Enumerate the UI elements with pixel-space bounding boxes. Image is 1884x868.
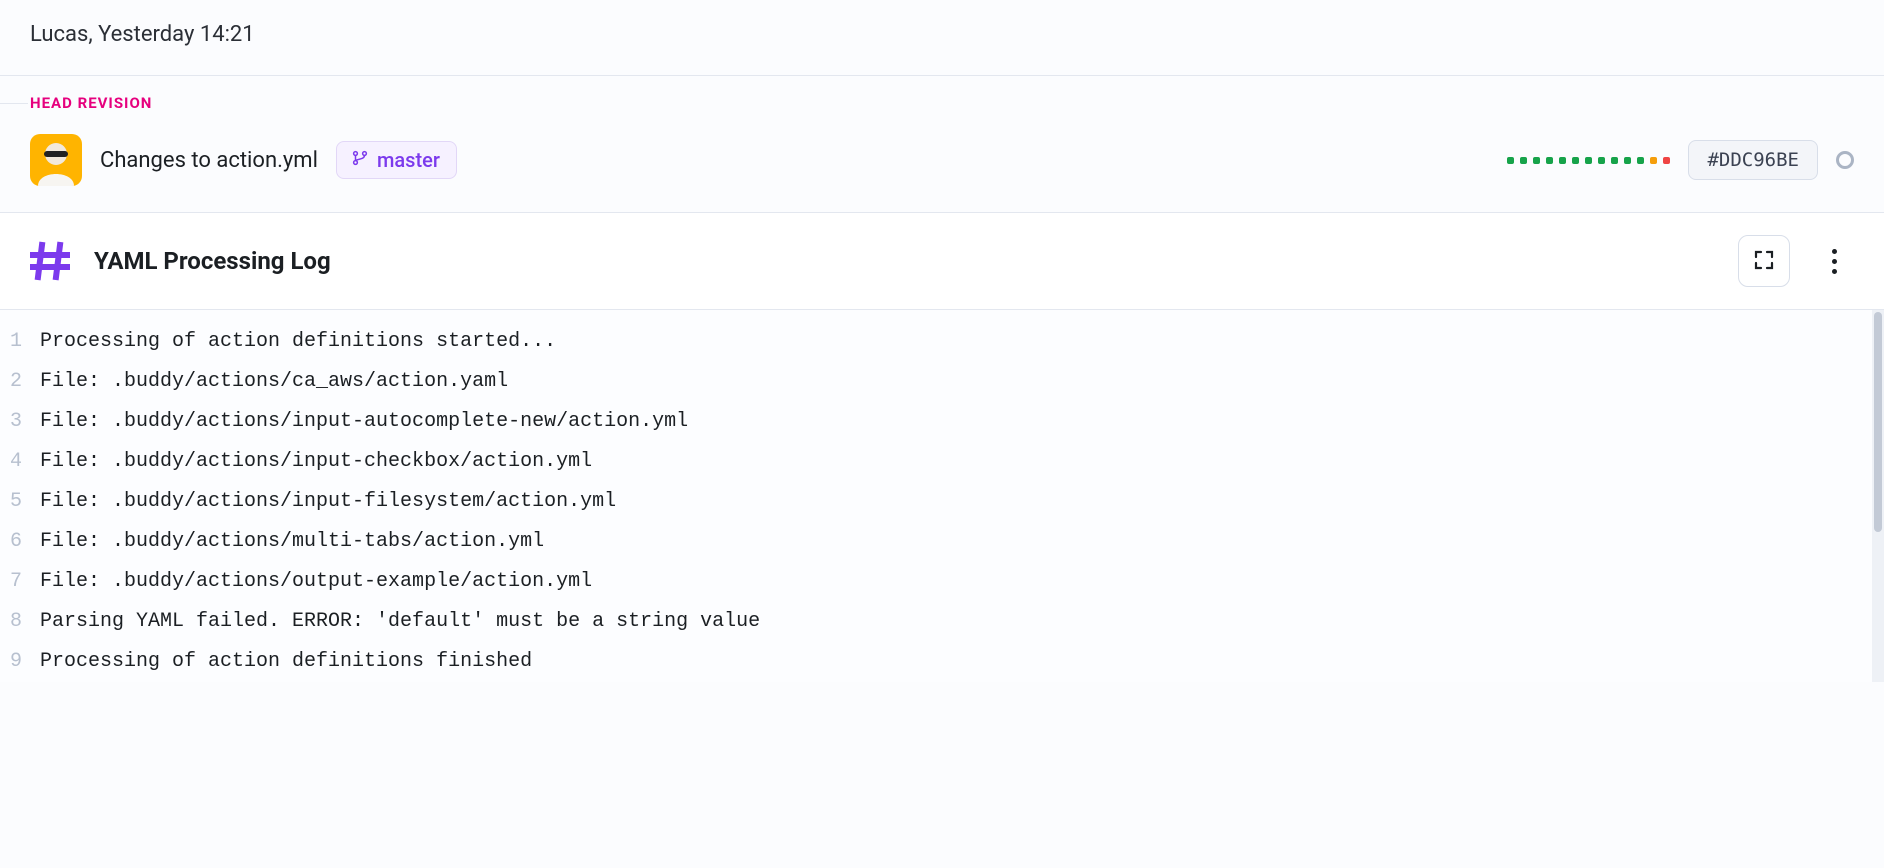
status-dot [1598, 157, 1605, 164]
more-button[interactable] [1814, 235, 1854, 287]
status-dot [1546, 157, 1553, 164]
log-line: 7File: .buddy/actions/output-example/act… [0, 562, 1884, 602]
log-line: 2File: .buddy/actions/ca_aws/action.yaml [0, 362, 1884, 402]
log-text: File: .buddy/actions/output-example/acti… [40, 562, 592, 602]
log-text: File: .buddy/actions/input-checkbox/acti… [40, 442, 592, 482]
line-number: 8 [0, 602, 40, 642]
line-number: 9 [0, 642, 40, 682]
commit-title[interactable]: Changes to action.yml [100, 148, 318, 173]
branch-pill[interactable]: master [336, 141, 457, 179]
line-number: 3 [0, 402, 40, 442]
log-body[interactable]: 1Processing of action definitions starte… [0, 310, 1884, 682]
hash-icon [30, 241, 70, 281]
expand-icon [1752, 248, 1776, 275]
log-text: Processing of action definitions started… [40, 322, 556, 362]
branch-icon [351, 148, 369, 172]
commit-sha-pill[interactable]: #DDC96BE [1688, 140, 1818, 180]
log-panel-header: YAML Processing Log [0, 213, 1884, 310]
status-ring-icon[interactable] [1836, 151, 1854, 169]
log-line: 9Processing of action definitions finish… [0, 642, 1884, 682]
commit-sha: #DDC96BE [1707, 149, 1799, 171]
pipeline-status-dots[interactable] [1507, 157, 1670, 164]
log-text: File: .buddy/actions/input-autocomplete-… [40, 402, 688, 442]
author-text: Lucas, Yesterday 14:21 [30, 22, 255, 47]
avatar[interactable] [30, 134, 82, 186]
log-text: File: .buddy/actions/multi-tabs/action.y… [40, 522, 544, 562]
status-dot [1624, 157, 1631, 164]
scrollbar[interactable] [1872, 310, 1884, 682]
status-dot [1533, 157, 1540, 164]
log-line: 1Processing of action definitions starte… [0, 322, 1884, 362]
line-number: 5 [0, 482, 40, 522]
log-line: 4File: .buddy/actions/input-checkbox/act… [0, 442, 1884, 482]
log-line: 5File: .buddy/actions/input-filesystem/a… [0, 482, 1884, 522]
kebab-icon [1832, 259, 1837, 264]
author-timestamp: Lucas, Yesterday 14:21 [0, 0, 1884, 76]
status-dot [1611, 157, 1618, 164]
status-dot [1637, 157, 1644, 164]
commit-row: Changes to action.yml master #DDC96BE [0, 130, 1884, 213]
line-number: 6 [0, 522, 40, 562]
status-dot [1572, 157, 1579, 164]
scrollbar-thumb[interactable] [1874, 312, 1882, 532]
status-dot [1650, 157, 1657, 164]
line-number: 2 [0, 362, 40, 402]
log-line: 3File: .buddy/actions/input-autocomplete… [0, 402, 1884, 442]
status-dot [1663, 157, 1670, 164]
line-number: 7 [0, 562, 40, 602]
branch-name: master [377, 148, 440, 172]
status-dot [1585, 157, 1592, 164]
line-number: 1 [0, 322, 40, 362]
head-revision-label: HEAD REVISION [30, 94, 162, 112]
status-dot [1559, 157, 1566, 164]
log-text: File: .buddy/actions/ca_aws/action.yaml [40, 362, 508, 402]
kebab-icon [1832, 249, 1837, 254]
kebab-icon [1832, 269, 1837, 274]
log-line: 8Parsing YAML failed. ERROR: 'default' m… [0, 602, 1884, 642]
line-number: 4 [0, 442, 40, 482]
log-text: Processing of action definitions finishe… [40, 642, 532, 682]
expand-button[interactable] [1738, 235, 1790, 287]
log-text: Parsing YAML failed. ERROR: 'default' mu… [40, 602, 760, 642]
divider-line [0, 103, 28, 104]
head-revision-divider: HEAD REVISION [0, 76, 1884, 130]
status-dot [1507, 157, 1514, 164]
log-line: 6File: .buddy/actions/multi-tabs/action.… [0, 522, 1884, 562]
status-dot [1520, 157, 1527, 164]
log-text: File: .buddy/actions/input-filesystem/ac… [40, 482, 616, 522]
log-panel-title: YAML Processing Log [94, 247, 331, 275]
